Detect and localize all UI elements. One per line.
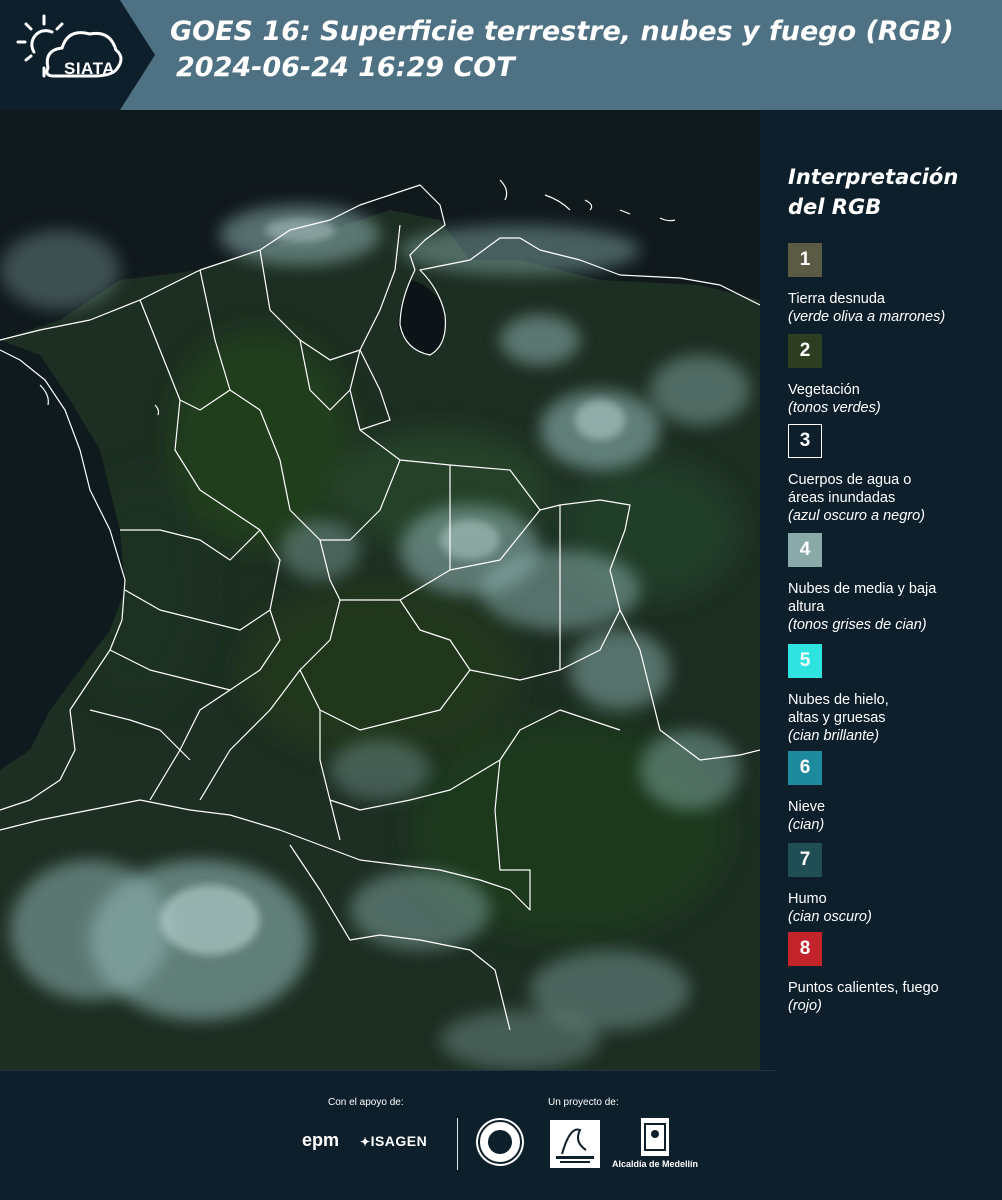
legend-hint: (cian) [788,817,825,833]
legend-label: Puntos calientes, fuego [788,980,939,996]
legend-label: Humo [788,891,827,907]
siata-logo: SIATA [14,14,126,94]
title-line-2: 2024-06-24 16:29 COT [176,52,515,83]
legend-item: 3 Cuerpos de agua o áreas inundadas (azu… [788,424,998,525]
legend-swatch: 6 [788,751,822,785]
area-metropolitana-logo [550,1120,600,1168]
legend-swatch: 3 [788,424,822,458]
legend-hint: (cian brillante) [788,728,880,744]
legend-swatch: 4 [788,533,822,567]
legend-swatch: 1 [788,243,822,277]
legend-label: Nieve [788,799,826,815]
satellite-map[interactable] [0,110,760,1070]
legend-label: Nubes de media y baja altura [788,581,937,615]
footer-divider-line [0,1070,775,1071]
isagen-label: ISAGEN [370,1133,428,1149]
legend-item: 7 Humo (cian oscuro) [788,843,998,926]
page-title: GOES 16: Superficie terrestre, nubes y f… [170,14,990,86]
legend-label: Cuerpos de agua o áreas inundadas [788,472,912,506]
sun-cloud-icon [16,14,123,78]
project-label: Un proyecto de: [548,1097,619,1108]
legend-title: Interpretación del RGB [788,165,959,219]
legend-number: 4 [799,539,811,560]
rgb-composite-image [0,110,760,1070]
alcaldia-shield-icon [641,1118,669,1156]
legend-swatch: 2 [788,334,822,368]
legend-swatch: 5 [788,644,822,678]
support-label: Con el apoyo de: [328,1097,404,1108]
legend-number: 3 [799,430,811,451]
legend-item: 8 Puntos calientes, fuego (rojo) [788,932,998,1015]
legend-item: 5 Nubes de hielo, altas y gruesas (cian … [788,644,998,745]
seal-emblem-icon [478,1120,522,1164]
legend-hint: (tonos grises de cian) [788,617,927,633]
header: SIATA GOES 16: Superficie terrestre, nub… [0,0,1002,110]
amva-mark-icon [556,1128,594,1163]
footer-vertical-divider [457,1118,458,1170]
legend-number: 5 [799,650,811,671]
legend-hint: (tonos verdes) [788,400,881,416]
legend-hint: (cian oscuro) [788,909,872,925]
legend-item: 2 Vegetación (tonos verdes) [788,334,998,417]
epm-logo: epm [302,1130,340,1150]
legend-number: 6 [799,757,811,778]
legend-item: 1 Tierra desnuda (verde oliva a marrones… [788,243,998,326]
alcaldia-label: Alcaldía de Medellín [612,1159,699,1169]
legend-hint: (azul oscuro a negro) [788,508,926,524]
legend-item: 6 Nieve (cian) [788,751,998,834]
legend-hint: (verde oliva a marrones) [788,309,946,325]
legend-swatch: 7 [788,843,822,877]
legend-number: 1 [799,249,811,270]
legend-hint: (rojo) [788,998,822,1014]
legend-label: Nubes de hielo, altas y gruesas [788,692,889,726]
shield-icon [644,1123,666,1151]
legend-label: Tierra desnuda [788,291,885,307]
isagen-logo: ✦ISAGEN [360,1133,427,1149]
legend-number: 2 [799,340,811,361]
legend-label: Vegetación [788,382,860,398]
legend-swatch: 8 [788,932,822,966]
legend-number: 8 [799,938,811,959]
medellin-seal-icon [476,1118,524,1166]
legend-panel: Interpretación del RGB 1 Tierra desnuda … [760,110,1002,1070]
footer: Con el apoyo de: Un proyecto de: epm ✦IS… [0,1070,1002,1200]
legend-item: 4 Nubes de media y baja altura (tonos gr… [788,533,998,634]
isagen-mark-icon: ✦ [360,1135,371,1149]
legend-number: 7 [799,849,811,870]
logo-text: SIATA [64,59,115,78]
title-line-1: GOES 16: Superficie terrestre, nubes y f… [170,16,954,47]
